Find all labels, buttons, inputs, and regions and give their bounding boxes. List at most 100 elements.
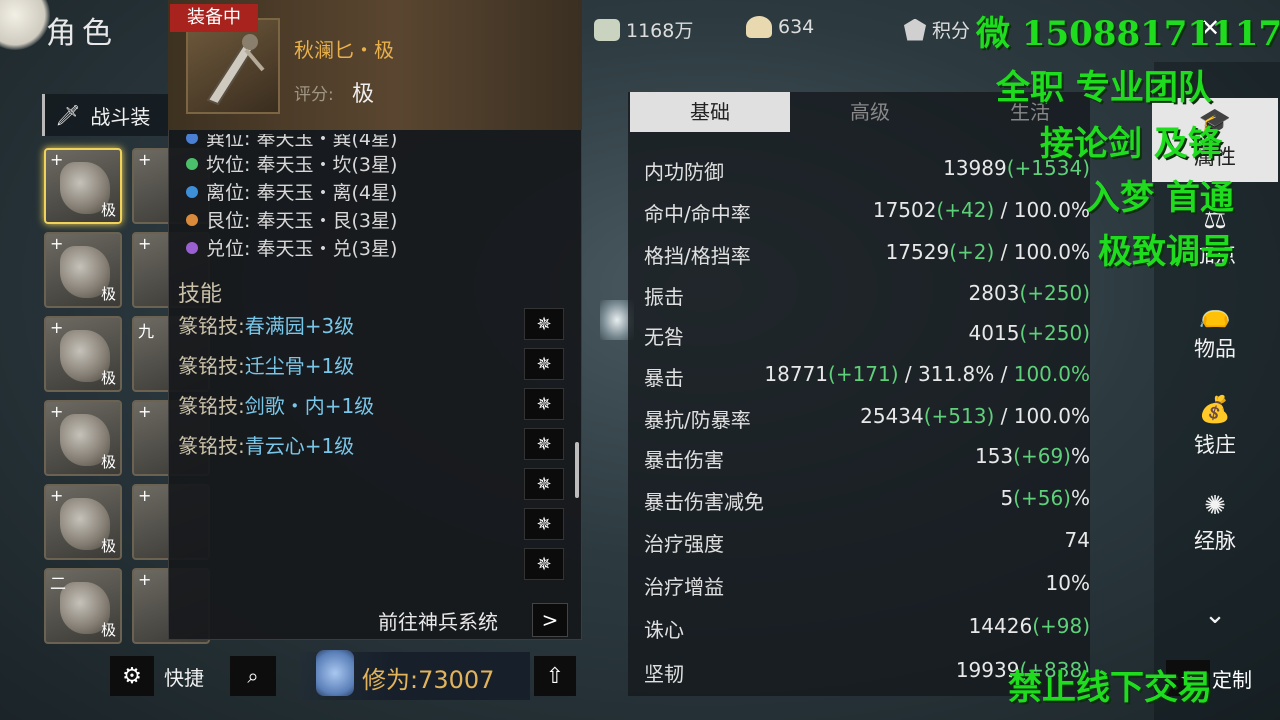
stat-label: 诛心 [644, 618, 684, 642]
overlay-line: 微 15088171117 [976, 14, 1280, 54]
stat-rest: / 311.8% / [898, 362, 1014, 386]
cultivation-upgrade-button[interactable]: ⇧ [534, 656, 576, 696]
stat-row: 暴击伤害减免 5(+56)% [644, 486, 1090, 515]
skill-icon: ✵ [536, 313, 552, 335]
overlay-line: 全职 专业团队 [996, 68, 1212, 108]
skill-action-button[interactable]: ✵ [524, 548, 564, 580]
tab-advanced[interactable]: 高级 [790, 92, 950, 132]
skill-action-button[interactable]: ✵ [524, 308, 564, 340]
goto-weapon-system-link[interactable]: 前往神兵系统 [378, 606, 498, 635]
meridian-icon: ✺ [1204, 491, 1226, 521]
nav-label: 钱庄 [1194, 433, 1236, 457]
gem-text: 离位: 奉天玉・离(4星) [206, 182, 398, 204]
currency-ingot: 634 [746, 16, 814, 38]
nav-meridians[interactable]: ✺ 经脉 [1152, 482, 1278, 566]
search-icon: ⌕ [247, 664, 259, 688]
inspect-button[interactable]: ⌕ [230, 656, 276, 696]
stat-bonus: (+98) [1032, 614, 1090, 638]
skill-level: +1级 [304, 354, 355, 378]
slot-grade: 极 [100, 453, 116, 471]
equip-slot[interactable]: + 极 [44, 232, 122, 308]
slot-plus: + [138, 150, 152, 169]
skill-action-button[interactable]: ✵ [524, 508, 564, 540]
stat-rest: % [1070, 486, 1090, 510]
slot-plus: + [50, 150, 64, 169]
page-title: 角色 [46, 16, 118, 51]
goto-arrow-button[interactable]: > [532, 603, 568, 637]
dagger-item-icon [206, 34, 265, 106]
skill-action-button[interactable]: ✵ [524, 428, 564, 460]
slot-grade: 极 [100, 621, 116, 639]
equip-slot[interactable]: + 极 [44, 400, 122, 476]
skill-icon: ✵ [536, 553, 552, 575]
skill-action-button[interactable]: ✵ [524, 348, 564, 380]
slot-plus: + [138, 234, 152, 253]
stat-value: 5(+56)% [1000, 486, 1090, 515]
stat-base: 74 [1064, 528, 1090, 552]
stat-label: 无咎 [644, 325, 684, 349]
currency-value: 634 [778, 16, 815, 38]
settings-button[interactable]: ⚙ [110, 656, 154, 696]
equip-slot[interactable]: + 极 [44, 148, 122, 224]
tooltip-scrollbar[interactable] [575, 442, 579, 498]
overlay-line: 极致调号 [1098, 232, 1234, 272]
stat-bonus: (+69) [1013, 444, 1071, 468]
stat-row: 暴抗/防暴率 25434(+513) / 100.0% [644, 404, 1090, 433]
skill-level: +1级 [324, 394, 375, 418]
overlay-line: 禁止线下交易 [1008, 668, 1212, 708]
equipped-badge: 装备中 [170, 4, 258, 32]
skill-action-button[interactable]: ✵ [524, 468, 564, 500]
currency-points: 积分 [904, 16, 970, 43]
gem-icon [186, 157, 198, 170]
moon-decoration [0, 0, 50, 50]
stat-value: 74 [1065, 528, 1090, 557]
skill-icon: ✵ [536, 433, 552, 455]
stat-rest: / 100.0% [994, 240, 1090, 264]
stat-bonus: (+513) [923, 404, 995, 428]
stat-label: 治疗增益 [644, 575, 724, 599]
ingot-icon [746, 16, 772, 38]
chevron-right-icon: > [541, 608, 559, 632]
slot-plus: + [50, 486, 64, 505]
stat-value: 153(+69)% [975, 444, 1090, 473]
stat-row: 诛心 14426(+98) [644, 614, 1090, 643]
skill-level: +1级 [304, 434, 355, 458]
skill-name: 剑歌・内 [244, 394, 325, 418]
skill-icon: ✵ [536, 393, 552, 415]
equip-slot[interactable]: + 极 [44, 484, 122, 560]
currency-silver: 1168万 [594, 16, 693, 43]
stat-label: 内功防御 [644, 160, 724, 184]
stat-value: 17529(+2) / 100.0% [886, 240, 1090, 269]
skill-icon: ✵ [536, 513, 552, 535]
equipment-set-tab[interactable]: 🗡 战斗装 [42, 94, 172, 136]
stat-row: 治疗增益 10% [644, 571, 1090, 600]
stat-bonus: (+2) [949, 240, 995, 264]
slot-plus: + [138, 402, 152, 421]
badge-icon [904, 18, 926, 41]
gem-row: 离位: 奉天玉・离(4星) [186, 178, 397, 205]
sword-icon: 🗡 [55, 103, 81, 127]
slot-plus: + [138, 486, 152, 505]
stat-base: 5 [1000, 486, 1014, 510]
equip-slot[interactable]: + 极 [44, 316, 122, 392]
nav-more[interactable]: ⌄ [1152, 580, 1278, 650]
gem-row: 兑位: 奉天玉・兑(3星) [186, 234, 397, 261]
stat-base: 2803 [968, 281, 1020, 305]
stat-row: 无咎 4015(+250) [644, 321, 1090, 350]
nav-items[interactable]: 👝 物品 [1152, 290, 1278, 374]
skill-action-button[interactable]: ✵ [524, 388, 564, 420]
equip-slot[interactable]: 二 极 [44, 568, 122, 644]
stat-label: 命中/命中率 [644, 202, 751, 226]
stat-rest: / 100.0% [994, 404, 1090, 428]
skill-type: 篆铭技: [178, 354, 245, 378]
customize-label[interactable]: 定制 [1212, 664, 1252, 693]
skill-level: +3级 [304, 314, 355, 338]
quick-label[interactable]: 快捷 [164, 662, 204, 691]
silver-icon [594, 18, 620, 41]
tab-basic[interactable]: 基础 [630, 92, 790, 132]
skill-row: 篆铭技:迁尘骨+1级 [178, 350, 354, 379]
cultivation-label: 修为: [362, 666, 419, 694]
overlay-line: 接论剑 及锋 [1040, 124, 1222, 164]
nav-bank[interactable]: 💰 钱庄 [1152, 386, 1278, 470]
skill-type: 篆铭技: [178, 314, 245, 338]
